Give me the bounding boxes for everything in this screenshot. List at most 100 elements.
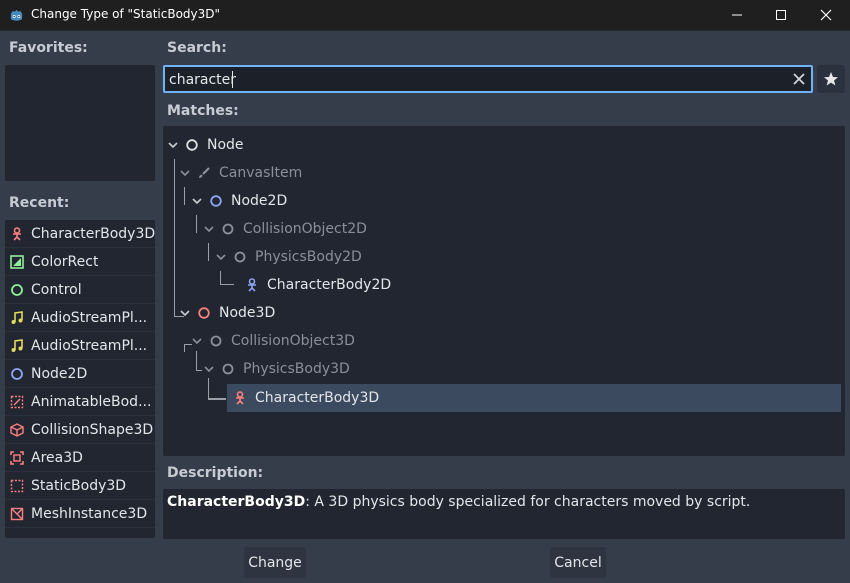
recent-item[interactable]: AudioStreamPl...	[5, 332, 155, 360]
tree-item-label: PhysicsBody2D	[255, 249, 362, 265]
minimize-icon	[732, 14, 742, 16]
recent-item[interactable]: Control	[5, 276, 155, 304]
tree-item-label: Node2D	[231, 193, 288, 209]
control-icon	[11, 283, 23, 296]
staticbody3d-icon	[10, 479, 24, 492]
area3d-icon	[10, 450, 24, 465]
recent-item-label: ColorRect	[31, 253, 99, 270]
star-icon	[824, 72, 838, 86]
search-input[interactable]	[169, 71, 769, 89]
text-cursor	[232, 71, 233, 88]
recent-item[interactable]: StaticBody3D	[5, 472, 155, 500]
physicsbody3d-icon	[222, 363, 234, 375]
tree-guide	[208, 398, 226, 400]
tree-guide	[196, 215, 197, 233]
window-title: Change Type of "StaticBody3D"	[31, 7, 221, 21]
node-icon	[186, 139, 198, 151]
collisionshape3d-icon	[10, 422, 24, 437]
close-icon	[820, 9, 832, 21]
favorites-label: Favorites:	[9, 40, 88, 56]
characterbody3d-icon	[236, 391, 244, 405]
recent-item-label: MeshInstance3D	[31, 505, 148, 522]
search-field[interactable]	[163, 65, 813, 93]
node3d-icon	[198, 307, 210, 319]
description-body: : A 3D physics body specialized for char…	[305, 494, 751, 510]
recent-item-label: Node2D	[31, 365, 88, 382]
tree-item-collisionobject3d[interactable]: CollisionObject3D	[191, 327, 355, 355]
chevron-down-icon[interactable]	[203, 223, 215, 235]
recent-item-label: AudioStreamPl...	[31, 309, 148, 326]
recent-item[interactable]: ColorRect	[5, 248, 155, 276]
chevron-down-icon[interactable]	[179, 307, 191, 319]
recent-item[interactable]: AnimatableBod...	[5, 388, 155, 416]
audio-icon	[11, 338, 23, 352]
tree-guide	[184, 344, 185, 352]
animatablebody-icon	[10, 395, 24, 408]
tree-guide	[220, 271, 221, 285]
title-bar: Change Type of "StaticBody3D"	[0, 0, 850, 31]
tree-item-label: CollisionObject2D	[243, 221, 367, 237]
tree-item-node3d[interactable]: Node3D	[179, 299, 275, 327]
meshinstance3d-icon	[10, 507, 24, 520]
close-button[interactable]	[803, 0, 849, 31]
chevron-down-icon[interactable]	[191, 335, 203, 347]
recent-item-label: CharacterBody3D	[31, 225, 155, 242]
chevron-down-icon[interactable]	[179, 167, 191, 179]
recent-item-label: CollisionShape3D	[31, 421, 154, 438]
recent-item[interactable]: Area3D	[5, 444, 155, 472]
favorite-button[interactable]	[817, 65, 845, 93]
favorites-list[interactable]	[5, 65, 155, 181]
recent-item-label: AudioStreamPl...	[31, 337, 148, 354]
audio-icon	[11, 310, 23, 324]
tree-item-characterbody3d[interactable]: CharacterBody3D	[227, 384, 841, 412]
chevron-down-icon[interactable]	[203, 363, 215, 375]
colorrect-icon	[10, 254, 24, 269]
tree-item-collisionobject2d[interactable]: CollisionObject2D	[203, 215, 367, 243]
recent-item[interactable]: Node2D	[5, 360, 155, 388]
recent-item[interactable]: CollisionShape3D	[5, 416, 155, 444]
matches-label: Matches:	[167, 103, 239, 119]
chevron-down-icon[interactable]	[167, 139, 179, 151]
node2d-icon	[11, 367, 23, 380]
godot-logo-icon	[10, 9, 23, 21]
clear-icon[interactable]	[791, 71, 807, 87]
recent-item[interactable]: AudioStreamPl...	[5, 304, 155, 332]
tree-item-node[interactable]: Node	[167, 131, 244, 159]
tree-guide	[184, 187, 185, 205]
recent-item-label: AnimatableBod...	[31, 393, 152, 410]
recent-list[interactable]: CharacterBody3D ColorRect Control AudioS…	[5, 220, 155, 538]
minimize-button[interactable]	[714, 0, 760, 31]
recent-item-label: Control	[31, 281, 82, 298]
chevron-down-icon[interactable]	[215, 251, 227, 263]
tree-item-characterbody2d[interactable]: CharacterBody2D	[245, 271, 391, 299]
cancel-button[interactable]: Cancel	[550, 547, 606, 578]
physicsbody2d-icon	[234, 251, 246, 263]
collisionobject3d-icon	[210, 335, 222, 347]
tree-item-label: CanvasItem	[219, 165, 303, 181]
collisionobject2d-icon	[222, 223, 234, 235]
description-text: CharacterBody3D: A 3D physics body speci…	[167, 494, 750, 510]
description-class-name: CharacterBody3D	[167, 494, 306, 510]
tree-item-canvasitem[interactable]: CanvasItem	[179, 159, 302, 187]
recent-item-label: StaticBody3D	[31, 477, 127, 494]
tree-item-physicsbody3d[interactable]: PhysicsBody3D	[203, 355, 350, 383]
tree-guide	[208, 243, 209, 261]
characterbody3d-icon	[13, 226, 21, 241]
recent-item[interactable]: MeshInstance3D	[5, 500, 155, 528]
change-button[interactable]: Change	[244, 547, 306, 578]
tree-item-label: Node	[207, 137, 244, 153]
tree-guide	[196, 370, 202, 371]
recent-item[interactable]: CharacterBody3D	[5, 220, 155, 248]
tree-item-label: Node3D	[219, 305, 276, 321]
maximize-icon	[776, 10, 786, 20]
node2d-icon	[210, 195, 222, 207]
tree-item-label: CharacterBody3D	[255, 390, 380, 406]
description-box: CharacterBody3D: A 3D physics body speci…	[163, 489, 845, 539]
chevron-down-icon[interactable]	[191, 195, 203, 207]
matches-tree[interactable]: Node CanvasItem Node2D CollisionObject2D…	[163, 126, 845, 456]
tree-guide	[174, 159, 175, 317]
tree-item-physicsbody2d[interactable]: PhysicsBody2D	[215, 243, 362, 271]
tree-item-label: PhysicsBody3D	[243, 361, 350, 377]
tree-item-node2d[interactable]: Node2D	[191, 187, 287, 215]
maximize-button[interactable]	[758, 0, 804, 31]
